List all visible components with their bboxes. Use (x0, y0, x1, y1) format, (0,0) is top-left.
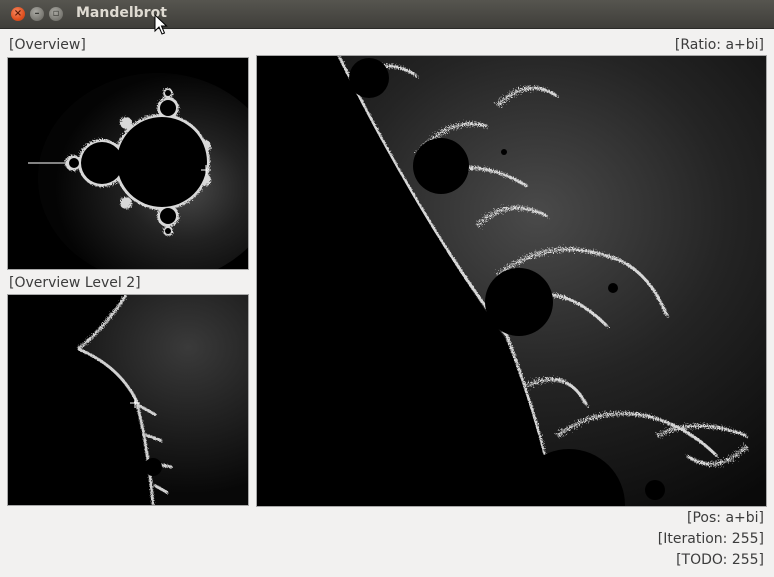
status-iteration: [Iteration: 255] (657, 531, 764, 547)
main-fractal-view[interactable] (256, 55, 767, 507)
status-pos: [Pos: a+bi] (687, 510, 764, 526)
title-bar[interactable]: × – ▫ Mandelbrot (0, 0, 774, 29)
status-todo: [TODO: 255] (676, 552, 764, 568)
ratio-label: [Ratio: a+bi] (674, 37, 764, 53)
minimize-icon[interactable]: – (30, 7, 44, 21)
overview-level2-label: [Overview Level 2] (9, 275, 141, 291)
overview-level2-canvas[interactable] (7, 294, 249, 506)
app-window: × – ▫ Mandelbrot [Overview] [Ratio: a+bi… (0, 0, 774, 577)
close-icon[interactable]: × (11, 7, 25, 21)
overview-canvas[interactable] (7, 57, 249, 270)
maximize-icon[interactable]: ▫ (49, 7, 63, 21)
overview-label: [Overview] (9, 37, 86, 53)
mouse-cursor-icon (154, 14, 168, 35)
